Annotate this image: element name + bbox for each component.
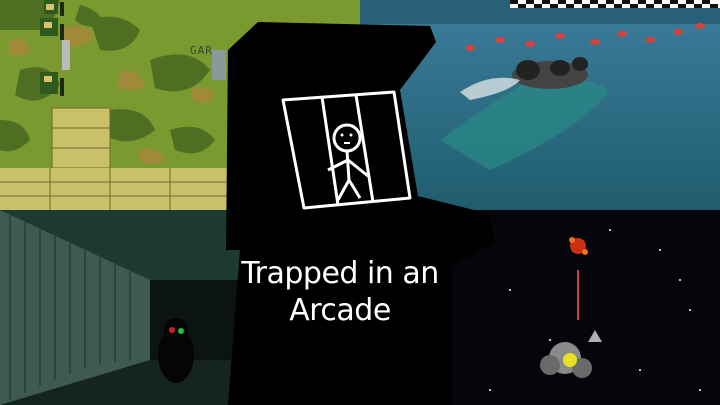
camo-background	[0, 0, 360, 210]
boat-racing-screenshot	[360, 0, 720, 210]
garage-sign: GAR	[190, 44, 213, 57]
title-line-1: Trapped in an	[241, 256, 439, 291]
soldier-game-screenshot: GAR	[0, 0, 360, 210]
water-scene	[360, 0, 720, 210]
game-title: Trapped in an Arcade	[224, 255, 456, 329]
thumbnail-collage: GAR Trapped in an Arcade	[0, 0, 720, 405]
sign-post	[212, 50, 226, 80]
title-line-2: Arcade	[289, 293, 391, 328]
checkered-finish-line	[510, 0, 720, 8]
